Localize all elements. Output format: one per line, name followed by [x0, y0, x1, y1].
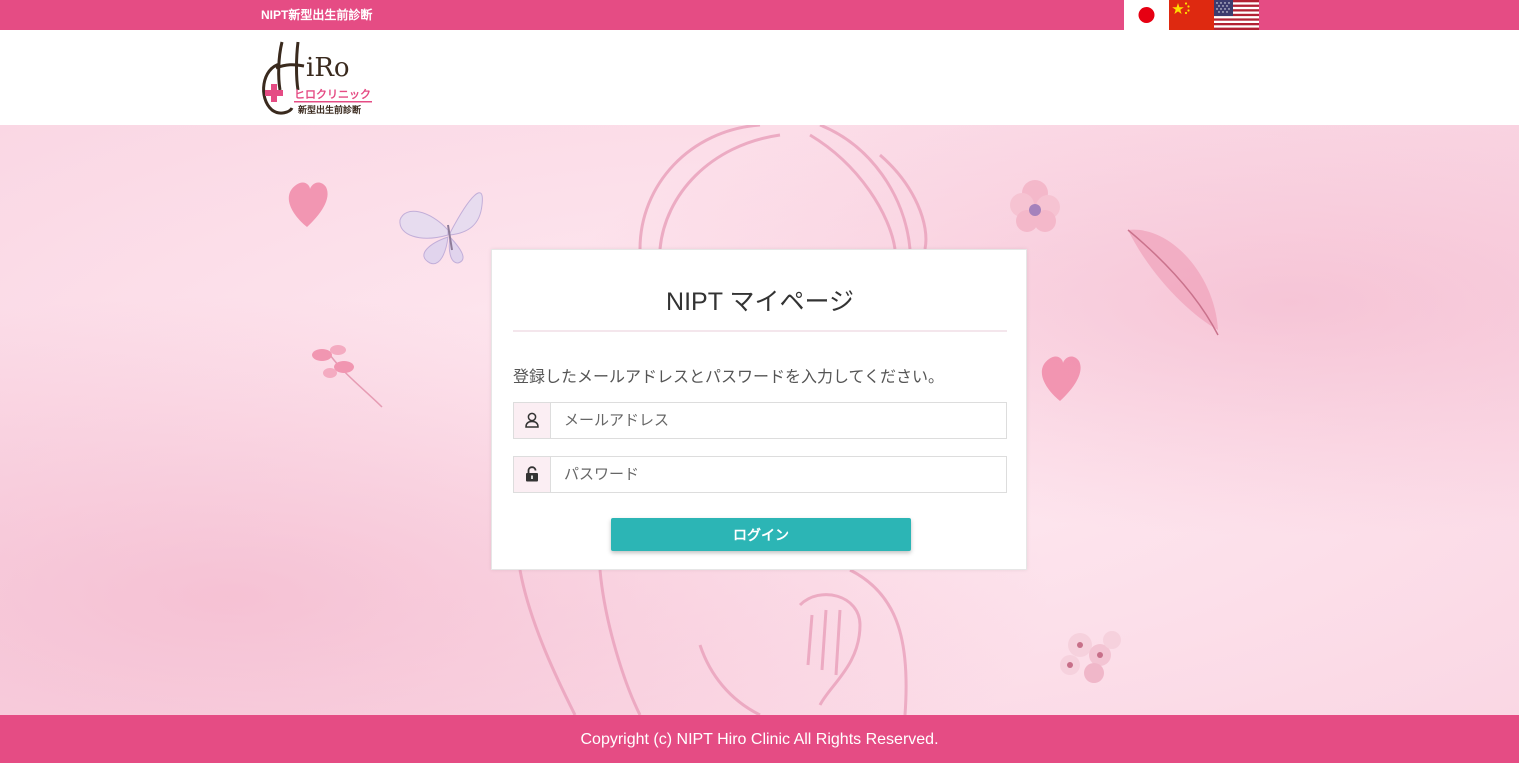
heart-decoration-icon — [1041, 356, 1081, 401]
heart-decoration-icon — [288, 182, 328, 227]
china-flag-icon — [1169, 0, 1214, 30]
email-field-addon — [514, 403, 551, 438]
top-bar: NIPT新型出生前診断 — [0, 0, 1519, 30]
butterfly-decoration-icon — [399, 192, 483, 265]
password-field — [513, 456, 1007, 493]
svg-text:iRo: iRo — [306, 53, 350, 83]
login-card: NIPT マイページ 登録したメールアドレスとパスワードを入力してください。 メ… — [491, 249, 1027, 570]
login-button[interactable]: ログイン — [611, 518, 911, 551]
email-input[interactable] — [552, 403, 1006, 438]
password-field-addon — [514, 457, 551, 492]
clinic-logo[interactable]: iRo ヒロクリニック 新型出生前診断 — [258, 38, 378, 118]
login-instruction: 登録したメールアドレスとパスワードを入力してください。 — [513, 369, 945, 386]
password-input[interactable] — [552, 457, 1006, 492]
site-footer: Copyright (c) NIPT Hiro Clinic All Right… — [0, 715, 1519, 763]
language-chinese-link[interactable] — [1169, 0, 1214, 30]
usa-flag-icon — [1214, 0, 1259, 30]
email-field — [513, 402, 1007, 439]
site-header: iRo ヒロクリニック 新型出生前診断 — [0, 30, 1519, 125]
logo-subtitle: 新型出生前診断 — [298, 104, 361, 116]
feather-decoration-icon — [1127, 229, 1219, 336]
cherry-blossom-decoration-icon — [1060, 631, 1121, 683]
flower-decoration-icon — [1010, 180, 1060, 232]
page-title: NIPT マイページ — [666, 288, 854, 316]
logo-katakana: ヒロクリニック — [294, 88, 371, 101]
japan-flag-icon — [1124, 0, 1169, 30]
site-tagline: NIPT新型出生前診断 — [261, 8, 373, 22]
user-icon — [525, 412, 539, 428]
hiro-clinic-logo-icon: iRo ヒロクリニック 新型出生前診断 — [262, 41, 372, 116]
language-japanese-link[interactable] — [1124, 0, 1169, 30]
title-divider — [513, 330, 1007, 332]
flower-sprig-decoration-icon — [312, 345, 383, 408]
main-area: NIPT マイページ 登録したメールアドレスとパスワードを入力してください。 メ… — [0, 125, 1519, 715]
copyright-text: Copyright (c) NIPT Hiro Clinic All Right… — [580, 731, 939, 748]
lock-icon — [526, 466, 538, 482]
language-english-link[interactable] — [1214, 0, 1259, 30]
